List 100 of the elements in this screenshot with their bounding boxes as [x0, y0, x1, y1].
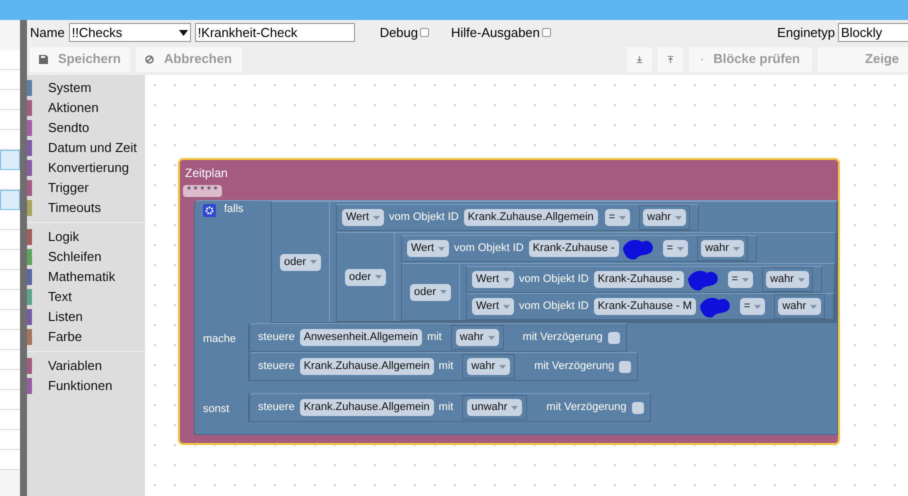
block-label: mit [427, 332, 442, 343]
help-output-label: Hilfe-Ausgaben [451, 24, 540, 42]
dropdown-caret-icon [440, 290, 448, 294]
category-label[interactable]: Aktionen [48, 98, 99, 118]
list-row[interactable] [0, 210, 20, 230]
list-row[interactable] [0, 450, 20, 470]
category-label[interactable]: Farbe [48, 327, 82, 347]
mode-dropdown[interactable]: Wert [342, 209, 384, 226]
block-label: mit Verzögerung [546, 402, 627, 413]
list-row[interactable] [0, 130, 20, 150]
dropdown-caret-icon [732, 246, 740, 250]
dropdown-caret-icon [373, 216, 380, 220]
checkbox[interactable] [420, 28, 429, 37]
list-row[interactable] [0, 370, 20, 390]
category-label[interactable]: Schleifen [48, 247, 102, 267]
script-select[interactable]: !!Checks [68, 23, 191, 42]
block-label: mit Verzögerung [522, 332, 603, 343]
comparison-block[interactable]: Wert vom Objekt ID Krank-Zuhause - = wahr [466, 266, 822, 293]
value-dropdown[interactable]: wahr [456, 329, 499, 346]
category-label[interactable]: Mathematik [48, 267, 116, 287]
block-label: mache [203, 333, 236, 345]
value-dropdown[interactable]: wahr [701, 240, 744, 257]
list-row[interactable] [0, 70, 20, 90]
control-block[interactable]: steuere Anwesenheit.Allgemein mit wahr mit Verzögerung [249, 323, 627, 352]
block-label: steuere [258, 361, 295, 372]
value-dropdown[interactable]: wahr [778, 298, 822, 315]
object-id-field[interactable]: Krank-Zuhause - [528, 240, 619, 257]
category-label[interactable]: Logik [48, 227, 80, 247]
name-field[interactable]: !Krankheit-Check [194, 23, 355, 42]
list-row[interactable] [0, 270, 20, 290]
schedule-block[interactable] [178, 158, 840, 445]
list-row[interactable] [0, 410, 20, 430]
operator-dropdown[interactable]: oder [280, 254, 322, 270]
operator-dropdown[interactable]: = [662, 240, 688, 257]
list-row[interactable] [0, 290, 20, 310]
list-row[interactable] [0, 190, 20, 210]
category-label[interactable]: Datum und Zeit [48, 138, 137, 158]
list-row[interactable] [0, 430, 20, 450]
operator-dropdown[interactable]: = [728, 271, 754, 288]
list-row[interactable] [0, 150, 20, 170]
block-label: steuere [258, 402, 295, 413]
control-block[interactable]: steuere Krank.Zuhause.Allgemein mit wahr mit Verzögerung [249, 352, 638, 381]
checkbox[interactable] [632, 402, 644, 414]
category-label[interactable]: Text [48, 287, 72, 307]
mode-dropdown[interactable]: Wert [407, 240, 450, 257]
list-row[interactable] [0, 170, 20, 190]
object-id-field[interactable]: Anwesenheit.Allgemein [300, 329, 422, 346]
icon-button[interactable] [627, 46, 652, 72]
value-dropdown[interactable]: unwahr [467, 399, 522, 416]
engine-select[interactable]: Blockly [838, 23, 908, 42]
list-row[interactable] [0, 90, 20, 110]
dropdown-caret-icon [310, 260, 318, 264]
list-row[interactable] [0, 310, 20, 330]
icon-button[interactable] [658, 46, 683, 72]
comparison-block[interactable]: Wert vom Objekt ID Krank-Zuhause - M = wahr [466, 293, 834, 320]
list-row[interactable] [0, 350, 20, 370]
category-label[interactable]: Sendto [48, 118, 90, 138]
operator-dropdown[interactable]: oder [344, 268, 386, 286]
object-id-field[interactable]: Krank.Zuhause.Allgemein [464, 209, 598, 226]
value-dropdown[interactable]: wahr [766, 271, 809, 288]
list-row[interactable] [0, 110, 20, 130]
object-id-field[interactable]: Krank.Zuhause.Allgemein [300, 399, 434, 416]
category-label[interactable]: System [48, 78, 92, 98]
category-label[interactable]: Trigger [48, 178, 89, 198]
control-block[interactable]: steuere Krank.Zuhause.Allgemein mit unwahr mit Verzögerung [249, 393, 651, 422]
category-label[interactable]: Listen [48, 307, 83, 327]
category-label[interactable]: Funktionen [48, 376, 112, 396]
comparison-block[interactable]: Wert vom Objekt ID Krank-Zuhause - = wahr [401, 235, 757, 262]
mode-dropdown[interactable]: Wert [472, 298, 514, 315]
value-dropdown[interactable]: wahr [643, 209, 686, 226]
block-label: falls [224, 204, 244, 215]
checkbox[interactable] [619, 360, 632, 372]
object-id-field[interactable]: Krank-Zuhause - M [594, 298, 696, 315]
object-id-field[interactable]: Krank.Zuhause.Allgemein [300, 358, 434, 375]
block-label: mit [438, 361, 454, 372]
list-row[interactable] [0, 230, 20, 250]
checkbox[interactable] [608, 332, 620, 344]
category-label[interactable]: Konvertierung [48, 158, 129, 178]
operator-dropdown[interactable]: = [604, 209, 630, 226]
dropdown-caret-icon [488, 336, 495, 340]
comparison-block[interactable]: Wert vom Objekt ID Krank.Zuhause.Allgemein = wahr [336, 204, 699, 231]
list-row[interactable] [0, 390, 20, 410]
mode-dropdown[interactable]: Wert [472, 271, 514, 288]
dropdown-caret-icon [677, 246, 684, 250]
object-id-field[interactable]: Krank-Zuhause - [594, 271, 684, 288]
list-row[interactable] [0, 250, 20, 270]
splitter-handle[interactable] [20, 20, 27, 496]
operator-dropdown[interactable]: oder [410, 284, 452, 300]
list-row[interactable] [0, 330, 20, 350]
list-row[interactable] [0, 50, 20, 70]
category-label[interactable]: Variablen [48, 356, 102, 376]
if-block[interactable] [194, 200, 838, 435]
checkbox[interactable] [542, 28, 551, 37]
name-label: Name [30, 24, 65, 42]
dropdown-caret-icon [798, 278, 805, 282]
category-label[interactable]: Timeouts [48, 198, 101, 218]
operator-dropdown[interactable]: = [740, 298, 766, 315]
cron-field[interactable]: * * * * * [183, 185, 222, 197]
value-dropdown[interactable]: wahr [467, 358, 510, 375]
block-label: vom Objekt ID [454, 243, 524, 254]
